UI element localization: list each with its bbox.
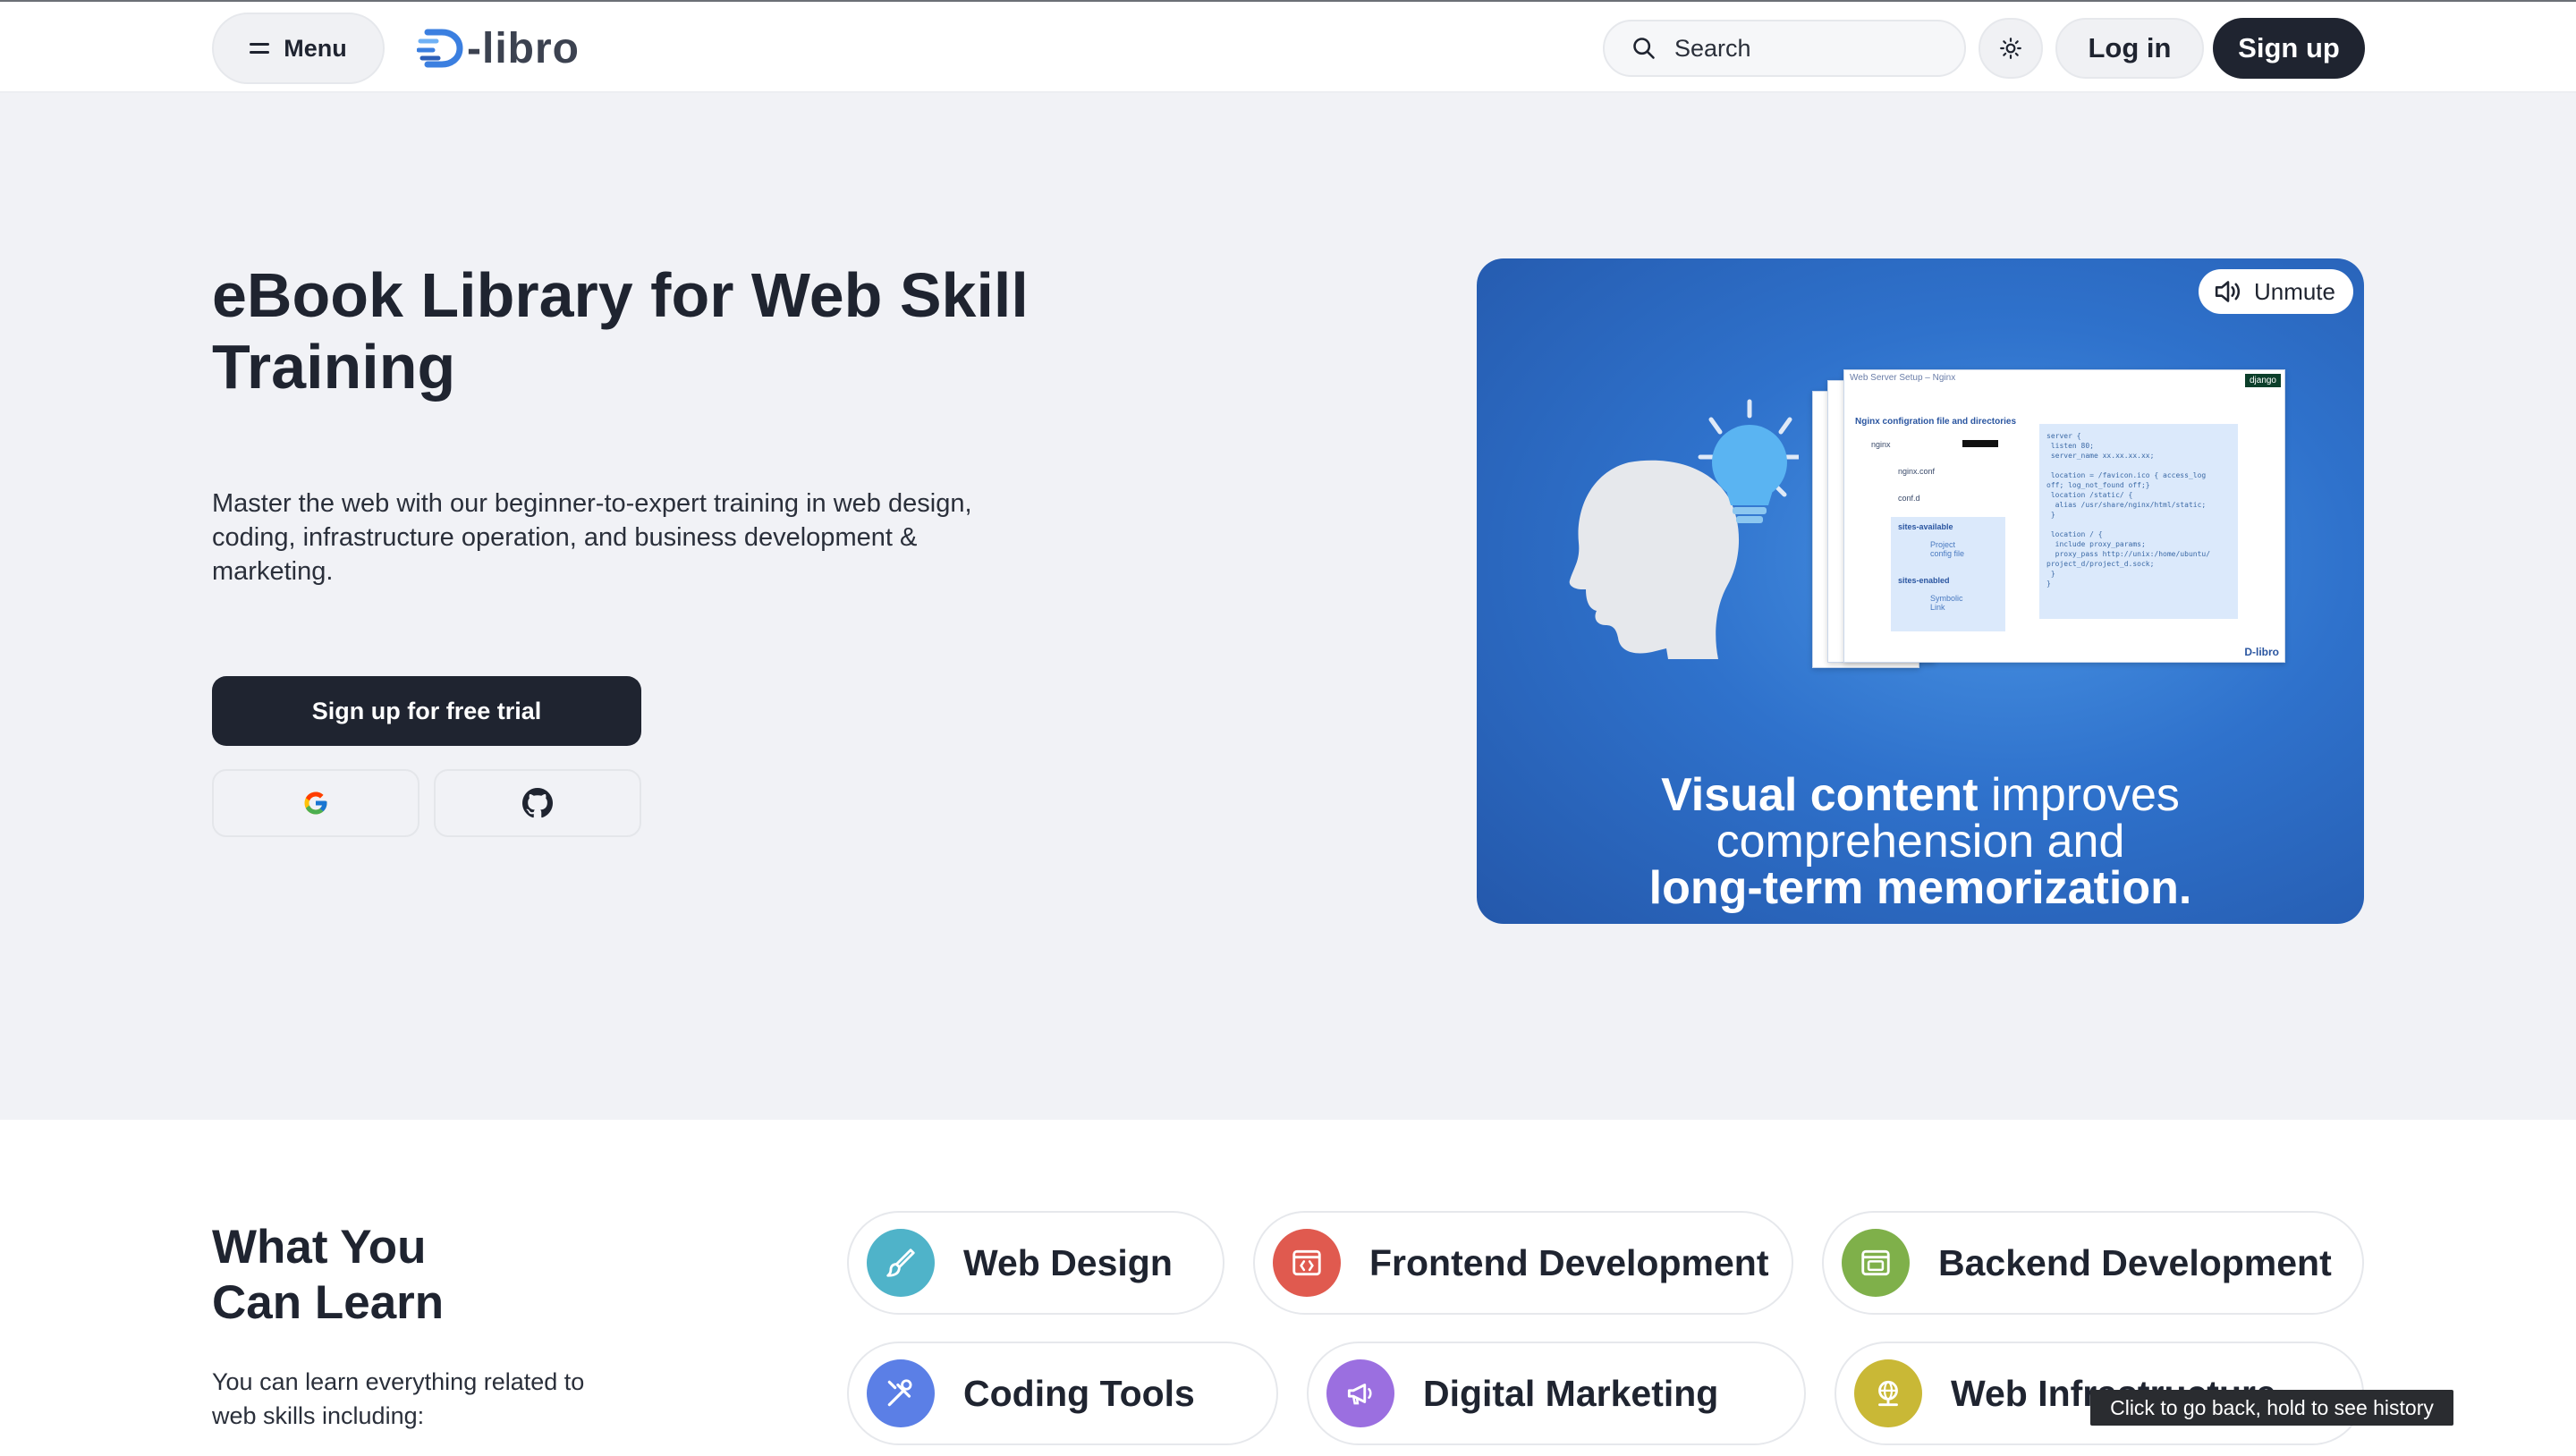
topic-digital-marketing[interactable]: Digital Marketing bbox=[1307, 1342, 1806, 1445]
hero-description: Master the web with our beginner-to-expe… bbox=[212, 489, 972, 586]
tree-item: sites-available bbox=[1898, 522, 1953, 531]
doc-brand: D-libro bbox=[2244, 646, 2279, 658]
tree-item: conf.d bbox=[1898, 494, 1920, 503]
topic-backend-development[interactable]: Backend Development bbox=[1822, 1211, 2364, 1315]
topic-frontend-development[interactable]: Frontend Development bbox=[1253, 1211, 1793, 1315]
topic-label: Web Design bbox=[963, 1241, 1173, 1283]
tree-item: sites-enabled bbox=[1898, 576, 1950, 585]
megaphone-icon bbox=[1326, 1359, 1394, 1427]
learn-description: You can learn everything related to web … bbox=[212, 1368, 585, 1429]
google-icon bbox=[304, 791, 327, 815]
logo-text: -libro bbox=[467, 24, 580, 72]
signup-button[interactable]: Sign up bbox=[2213, 18, 2365, 79]
nginx-config-code: server { listen 80; server_name xx.xx.xx… bbox=[2039, 424, 2238, 619]
learn-title-line-2: Can Learn bbox=[212, 1276, 445, 1329]
hero-section: eBook Library for Web Skill Training Mas… bbox=[0, 93, 2576, 1120]
learn-title: What You Can Learn bbox=[212, 1220, 444, 1331]
google-login-button[interactable] bbox=[212, 769, 419, 837]
topic-label: Backend Development bbox=[1938, 1241, 2332, 1283]
doc-subtitle: Nginx configration file and directories bbox=[1855, 417, 2017, 427]
learn-title-line-1: What You bbox=[212, 1221, 427, 1274]
github-icon bbox=[522, 788, 553, 818]
video-caption: Visual content improves comprehension an… bbox=[1477, 772, 2364, 911]
django-badge: django bbox=[2244, 374, 2281, 387]
free-trial-signup-button[interactable]: Sign up for free trial bbox=[212, 676, 641, 746]
d-logo-icon bbox=[417, 29, 463, 68]
brush-icon bbox=[867, 1229, 935, 1297]
promo-video[interactable]: Unmute Web Server Setup – Nginx django N… bbox=[1477, 258, 2364, 924]
github-login-button[interactable] bbox=[434, 769, 641, 837]
site-header: Menu -libro Search Log in Sign up bbox=[0, 2, 2576, 93]
caption-bold-3: long-term memorization. bbox=[1648, 862, 2192, 914]
doc-title: Web Server Setup – Nginx bbox=[1850, 373, 1956, 383]
tools-icon bbox=[867, 1359, 935, 1427]
topic-web-design[interactable]: Web Design bbox=[847, 1211, 1224, 1315]
unmute-label: Unmute bbox=[2253, 277, 2335, 305]
tree-item: Project config file bbox=[1930, 540, 1965, 558]
head-lightbulb-illustration bbox=[1569, 399, 1799, 659]
site-logo[interactable]: -libro bbox=[417, 23, 580, 73]
tree-item: Symbolic Link bbox=[1930, 594, 1963, 612]
back-button-tooltip: Click to go back, hold to see history bbox=[2090, 1390, 2453, 1426]
search-icon bbox=[1633, 38, 1655, 59]
server-window-icon bbox=[1842, 1229, 1910, 1297]
theme-toggle-button[interactable] bbox=[1979, 18, 2043, 79]
redacted-bar bbox=[1962, 440, 1998, 447]
caption-line-2: comprehension and bbox=[1716, 816, 2125, 868]
login-button[interactable]: Log in bbox=[2055, 18, 2204, 79]
tree-item: nginx.conf bbox=[1898, 467, 1936, 476]
sites-highlight bbox=[1891, 517, 2005, 631]
search-input[interactable]: Search bbox=[1603, 20, 1966, 77]
sun-icon bbox=[2000, 38, 2021, 59]
code-window-icon bbox=[1273, 1229, 1341, 1297]
menu-button[interactable]: Menu bbox=[212, 13, 385, 84]
tree-item: nginx bbox=[1871, 440, 1891, 449]
speaker-icon bbox=[2215, 281, 2241, 302]
file-tree: nginx nginx.conf conf.d sites-available … bbox=[1855, 435, 2021, 640]
caption-rest-1: improves bbox=[1978, 769, 2180, 821]
globe-network-icon bbox=[1854, 1359, 1922, 1427]
topic-coding-tools[interactable]: Coding Tools bbox=[847, 1342, 1278, 1445]
doc-sheet-front: Web Server Setup – Nginx django Nginx co… bbox=[1843, 369, 2285, 663]
topic-label: Frontend Development bbox=[1369, 1241, 1769, 1283]
hamburger-icon bbox=[250, 43, 270, 54]
caption-bold-1: Visual content bbox=[1661, 769, 1979, 821]
topic-label: Digital Marketing bbox=[1423, 1372, 1719, 1414]
unmute-button[interactable]: Unmute bbox=[2198, 269, 2353, 314]
search-placeholder: Search bbox=[1674, 34, 1751, 62]
topic-label: Coding Tools bbox=[963, 1372, 1195, 1414]
hero-title: eBook Library for Web Skill Training bbox=[212, 260, 1029, 402]
menu-label: Menu bbox=[284, 34, 347, 62]
